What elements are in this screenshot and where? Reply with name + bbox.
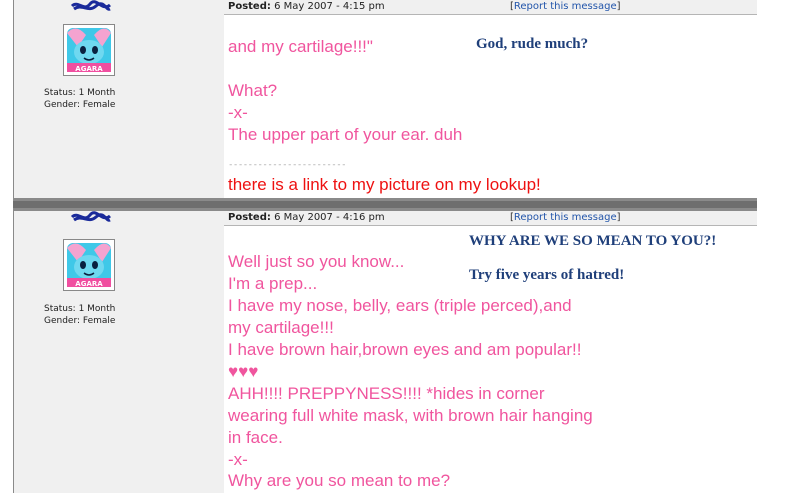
scribbled-username <box>70 0 111 11</box>
message-line: I have brown hair,brown eyes and am popu… <box>228 340 582 359</box>
hearts-line: ♥♥♥ <box>228 362 259 381</box>
post-2: AGARA Status: 1 Month Gender: Female Pos… <box>13 211 757 493</box>
user-gender: Gender: Female <box>44 100 116 110</box>
message-line: and my cartilage!!!" <box>228 37 373 56</box>
post-header: Posted: 6 May 2007 - 4:15 pm [Report thi… <box>224 0 757 15</box>
user-info: Status: 1 Month Gender: Female <box>44 87 115 111</box>
avatar-label: AGARA <box>75 280 103 288</box>
avatar[interactable]: AGARA <box>63 239 115 291</box>
page-margin <box>757 0 800 493</box>
message-line: in face. <box>228 428 283 447</box>
annotation-note: God, rude much? <box>476 36 589 52</box>
user-gender: Gender: Female <box>44 316 116 326</box>
message-line: wearing full white mask, with brown hair… <box>228 406 593 425</box>
message-line: What? <box>228 81 278 100</box>
posted-info: Posted: 6 May 2007 - 4:16 pm <box>228 212 385 223</box>
avatar[interactable]: AGARA <box>63 24 115 76</box>
report-wrapper: [Report this message] <box>510 212 621 223</box>
post-header: Posted: 6 May 2007 - 4:16 pm [Report thi… <box>224 211 757 226</box>
report-message-link[interactable]: Report this message <box>514 1 617 12</box>
user-status: Status: 1 Month <box>44 88 116 98</box>
message-line: The upper part of your ear. duh <box>228 125 463 144</box>
post-divider <box>13 198 757 211</box>
message-panel: Posted: 6 May 2007 - 4:15 pm [Report thi… <box>224 0 757 198</box>
report-message-link[interactable]: Report this message <box>514 212 617 223</box>
scribbled-username <box>70 211 111 222</box>
message-line: -x- <box>228 103 248 122</box>
report-wrapper: [Report this message] <box>510 1 621 12</box>
message-line: my cartilage!!! <box>228 318 334 337</box>
user-panel: AGARA Status: 1 Month Gender: Female <box>13 211 225 493</box>
signature-text: there is a link to my picture on my look… <box>228 175 541 194</box>
annotation-note: Try five years of hatred! <box>469 267 625 283</box>
message-line: Why are you so mean to me? <box>228 471 451 490</box>
message-line: AHH!!!! PREPPYNESS!!!! *hides in corner <box>228 384 545 403</box>
annotation-note: WHY ARE WE SO MEAN TO YOU?! <box>469 233 717 249</box>
signature-divider: ------------------------ <box>228 160 347 170</box>
message-line: I have my nose, belly, ears (triple perc… <box>228 296 572 315</box>
posted-info: Posted: 6 May 2007 - 4:15 pm <box>228 1 385 12</box>
avatar-label: AGARA <box>75 65 103 73</box>
user-status: Status: 1 Month <box>44 304 116 314</box>
user-info: Status: 1 Month Gender: Female <box>44 303 115 327</box>
post-1: AGARA Status: 1 Month Gender: Female Pos… <box>13 0 757 198</box>
message-line: Well just so you know... <box>228 252 405 271</box>
message-line: I'm a prep... <box>228 274 318 293</box>
user-panel: AGARA Status: 1 Month Gender: Female <box>13 0 225 198</box>
message-panel: Posted: 6 May 2007 - 4:16 pm [Report thi… <box>224 211 757 493</box>
message-line: -x- <box>228 450 248 469</box>
